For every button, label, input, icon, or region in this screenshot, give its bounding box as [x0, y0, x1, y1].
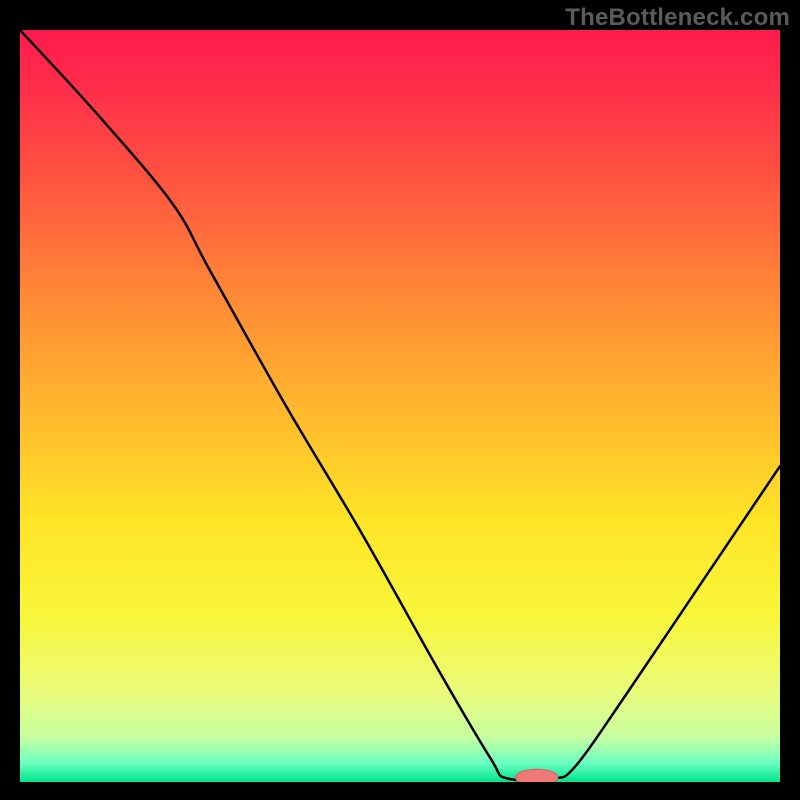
optimal-marker: [516, 769, 559, 782]
chart-frame: TheBottleneck.com: [0, 0, 800, 800]
plot-area: [20, 30, 780, 782]
gradient-background: [20, 30, 780, 782]
bottleneck-chart: [20, 30, 780, 782]
watermark-text: TheBottleneck.com: [565, 4, 790, 32]
